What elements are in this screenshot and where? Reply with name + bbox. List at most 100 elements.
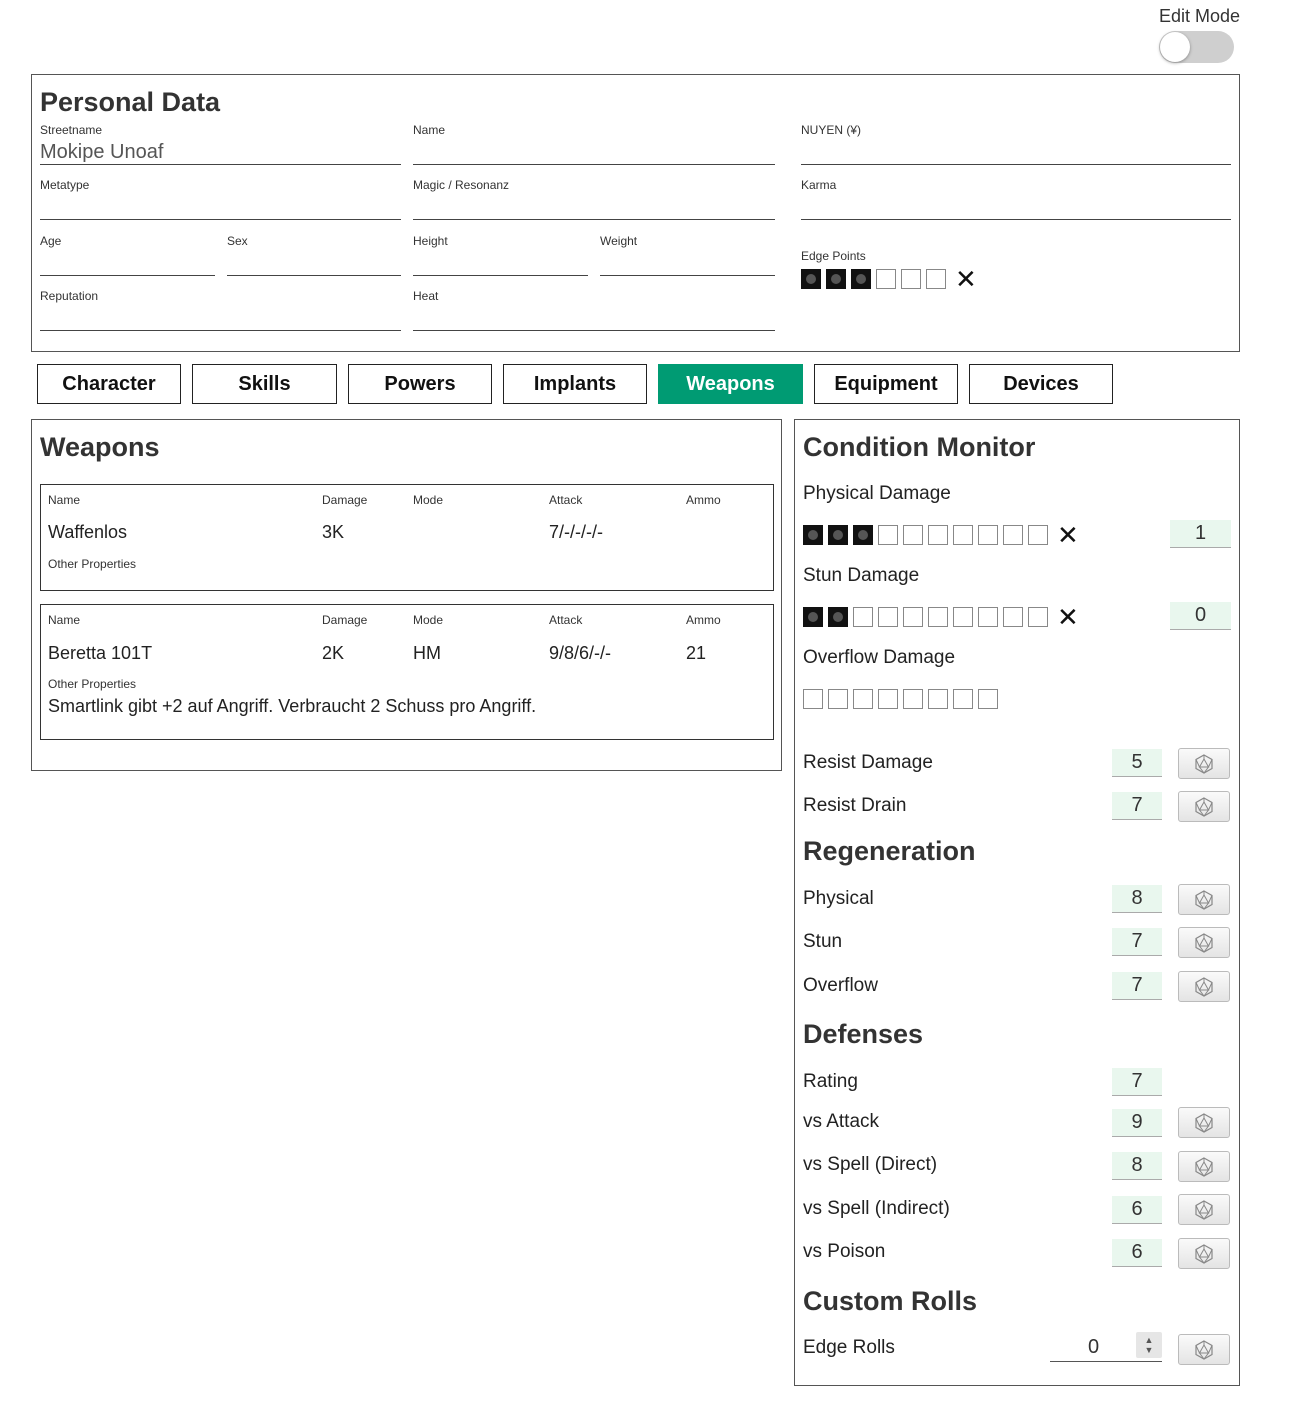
damage-box[interactable] [903, 607, 923, 627]
weapon-ammo: 21 [686, 643, 707, 663]
weapon-ammo-header: Ammo [686, 493, 721, 507]
reputation-input[interactable] [40, 305, 401, 331]
heat-input[interactable] [413, 305, 775, 331]
damage-box[interactable] [903, 525, 923, 545]
tab-character[interactable]: Character [37, 364, 181, 404]
chevron-up-icon[interactable]: ▲ [1145, 1335, 1154, 1345]
resist-damage-roll-button[interactable] [1178, 748, 1230, 779]
damage-box[interactable] [851, 269, 871, 289]
damage-box[interactable] [978, 607, 998, 627]
damage-box[interactable] [1028, 525, 1048, 545]
damage-box[interactable] [928, 607, 948, 627]
regen-overflow-roll-button[interactable] [1178, 971, 1230, 1002]
tab-devices[interactable]: Devices [969, 364, 1113, 404]
damage-box[interactable] [878, 689, 898, 709]
magic-input[interactable] [413, 194, 775, 220]
damage-box[interactable] [853, 689, 873, 709]
d20-dice-icon [1194, 976, 1214, 997]
damage-box[interactable] [801, 269, 821, 289]
edge-rolls-roll-button[interactable] [1178, 1334, 1230, 1365]
regen-stun-roll-button[interactable] [1178, 927, 1230, 958]
damage-box[interactable] [901, 269, 921, 289]
edit-mode-toggle[interactable] [1159, 31, 1234, 63]
name-input[interactable] [413, 139, 775, 165]
damage-box[interactable] [803, 689, 823, 709]
weapon-other-header: Other Properties [48, 557, 137, 571]
weapon-card[interactable]: Name Damage Mode Attack Ammo Waffenlos 3… [40, 484, 774, 591]
damage-box[interactable] [876, 269, 896, 289]
d20-dice-icon [1194, 1199, 1214, 1220]
sex-input[interactable] [227, 250, 401, 276]
weapon-mode-header: Mode [413, 613, 444, 627]
streetname-input[interactable]: Mokipe Unoaf [40, 139, 401, 165]
weapon-card[interactable]: Name Damage Mode Attack Ammo Beretta 101… [40, 604, 774, 740]
damage-box[interactable] [853, 607, 873, 627]
damage-box[interactable] [826, 269, 846, 289]
damage-box[interactable] [928, 689, 948, 709]
edge-rolls-input[interactable]: 0 ▲ ▼ [1050, 1332, 1162, 1362]
age-input[interactable] [40, 250, 215, 276]
physical-damage-value[interactable]: 1 [1170, 520, 1231, 548]
damage-box[interactable] [853, 525, 873, 545]
nuyen-field: NUYEN (¥) [801, 123, 1231, 165]
damage-box[interactable] [878, 525, 898, 545]
weight-label: Weight [600, 234, 638, 248]
name-label: Name [413, 123, 446, 137]
height-input[interactable] [413, 250, 588, 276]
metatype-label: Metatype [40, 178, 90, 192]
damage-box[interactable] [978, 525, 998, 545]
toggle-knob [1160, 32, 1190, 62]
tab-weapons[interactable]: Weapons [658, 364, 803, 404]
weapon-damage: 3K [322, 522, 345, 542]
weapon-damage-header: Damage [322, 613, 368, 627]
reputation-label: Reputation [40, 289, 99, 303]
resist-drain-roll-button[interactable] [1178, 791, 1230, 822]
damage-box[interactable] [828, 607, 848, 627]
defense-rating-label: Rating [803, 1071, 858, 1092]
tab-skills[interactable]: Skills [192, 364, 337, 404]
vs-poison-roll-button[interactable] [1178, 1238, 1230, 1269]
damage-box[interactable] [1028, 607, 1048, 627]
chevron-down-icon[interactable]: ▼ [1145, 1345, 1154, 1355]
damage-box[interactable] [953, 689, 973, 709]
clear-x-icon[interactable]: ✕ [1057, 522, 1079, 548]
metatype-input[interactable] [40, 194, 401, 220]
karma-input[interactable] [801, 194, 1231, 220]
damage-box[interactable] [878, 607, 898, 627]
damage-box[interactable] [926, 269, 946, 289]
resist-drain-value: 7 [1112, 792, 1162, 820]
weight-input[interactable] [600, 250, 775, 276]
stun-damage-value[interactable]: 0 [1170, 602, 1231, 630]
damage-box[interactable] [803, 525, 823, 545]
number-spinner[interactable]: ▲ ▼ [1136, 1332, 1162, 1358]
damage-box[interactable] [928, 525, 948, 545]
resist-damage-label: Resist Damage [803, 752, 933, 773]
damage-box[interactable] [953, 525, 973, 545]
vs-spell-direct-roll-button[interactable] [1178, 1151, 1230, 1182]
tab-equipment[interactable]: Equipment [814, 364, 958, 404]
damage-box[interactable] [903, 689, 923, 709]
damage-box[interactable] [1003, 607, 1023, 627]
damage-box[interactable] [828, 525, 848, 545]
stun-damage-boxes: ✕ [803, 604, 1079, 630]
damage-box[interactable] [828, 689, 848, 709]
regen-physical-value: 8 [1112, 885, 1162, 913]
damage-box[interactable] [953, 607, 973, 627]
clear-x-icon[interactable]: ✕ [955, 266, 977, 292]
regeneration-title: Regeneration [803, 836, 976, 866]
vs-attack-roll-button[interactable] [1178, 1107, 1230, 1138]
weapon-attack-header: Attack [549, 493, 583, 507]
weapon-attack-header: Attack [549, 613, 583, 627]
tab-powers[interactable]: Powers [348, 364, 492, 404]
d20-dice-icon [1194, 1243, 1214, 1264]
nuyen-input[interactable] [801, 139, 1231, 165]
damage-box[interactable] [803, 607, 823, 627]
resist-drain-label: Resist Drain [803, 795, 907, 816]
weapon-mode-header: Mode [413, 493, 444, 507]
clear-x-icon[interactable]: ✕ [1057, 604, 1079, 630]
vs-spell-indirect-roll-button[interactable] [1178, 1194, 1230, 1225]
damage-box[interactable] [1003, 525, 1023, 545]
damage-box[interactable] [978, 689, 998, 709]
regen-physical-roll-button[interactable] [1178, 884, 1230, 915]
tab-implants[interactable]: Implants [503, 364, 647, 404]
